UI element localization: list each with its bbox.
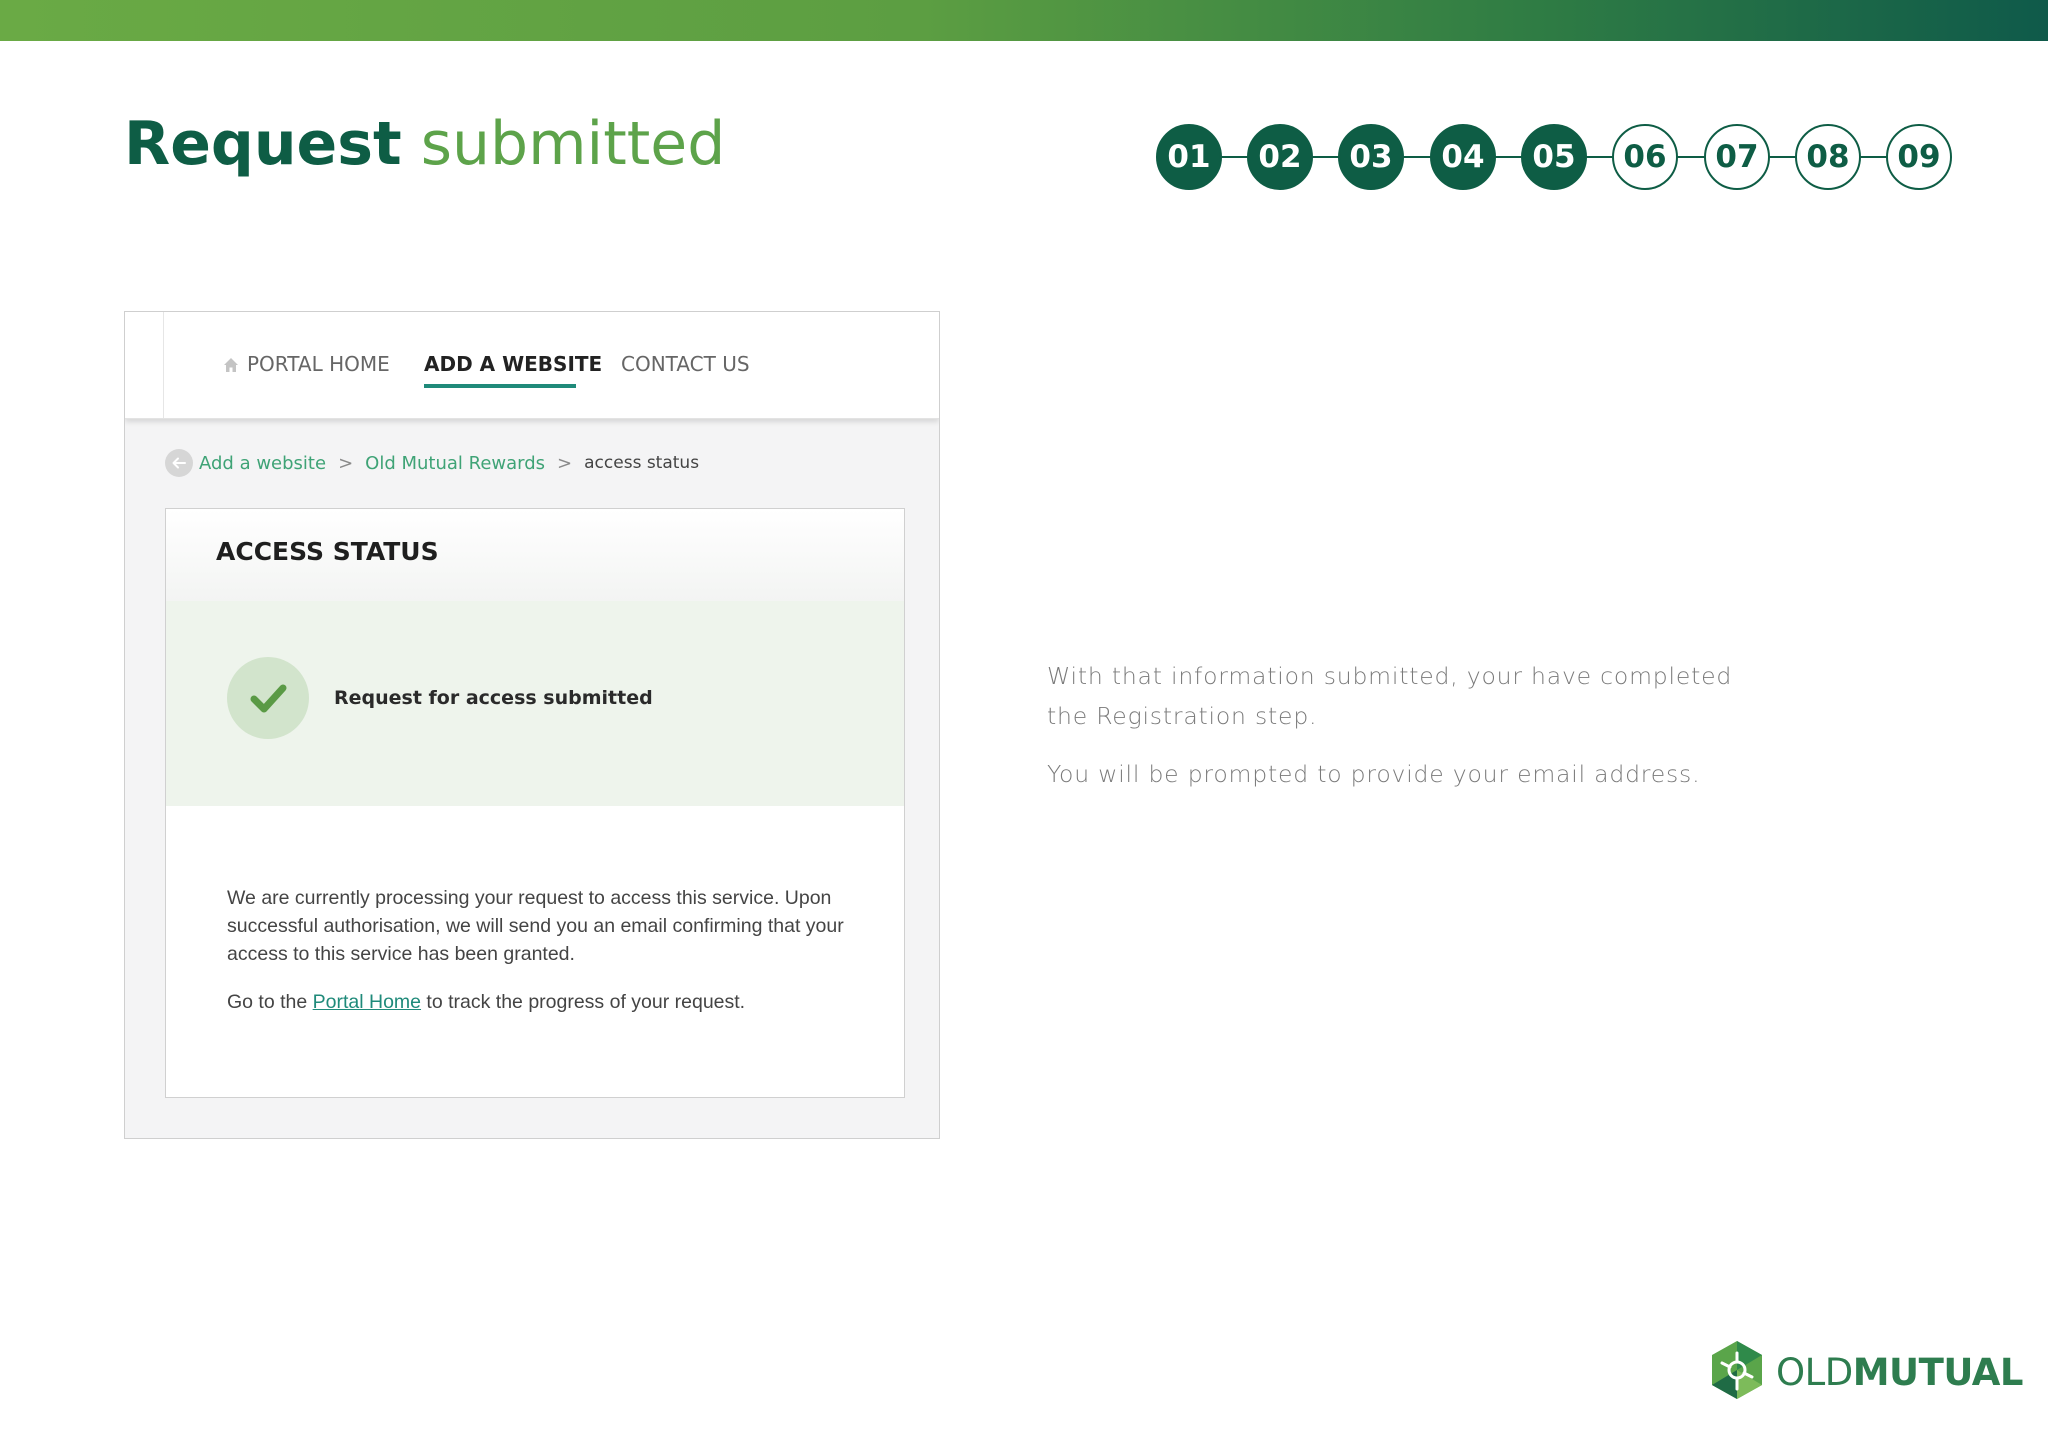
logo-word-mutual: MUTUAL	[1852, 1350, 2024, 1394]
step-progress: 01 02 03 04 05 06 07 08 09	[1156, 124, 1952, 190]
access-status-card: ACCESS STATUS Request for access submitt…	[165, 508, 905, 1098]
checkmark-icon	[227, 657, 309, 739]
step-05: 05	[1521, 124, 1587, 190]
portal-home-paragraph: Go to the Portal Home to track the progr…	[227, 988, 867, 1016]
logo-word-old: OLD	[1776, 1350, 1853, 1394]
breadcrumb-add-website[interactable]: Add a website	[199, 453, 326, 474]
processing-paragraph: We are currently processing your request…	[227, 887, 844, 965]
breadcrumb-current: access status	[584, 453, 700, 473]
step-01: 01	[1156, 124, 1222, 190]
step-02: 02	[1247, 124, 1313, 190]
para2-suffix: to track the progress of your request.	[421, 991, 746, 1013]
step-description: With that information submitted, your ha…	[1047, 656, 1747, 812]
nav-divider	[163, 312, 164, 418]
nav-portal-home[interactable]: PORTAL HOME	[223, 352, 390, 378]
breadcrumb-old-mutual-rewards[interactable]: Old Mutual Rewards	[365, 453, 545, 474]
nav-contact-us[interactable]: CONTACT US	[621, 352, 750, 376]
step-04: 04	[1430, 124, 1496, 190]
old-mutual-emblem-icon	[1708, 1339, 1766, 1405]
description-line-1: With that information submitted, your ha…	[1047, 662, 1733, 730]
step-03: 03	[1338, 124, 1404, 190]
description-line-2: You will be prompted to provide your ema…	[1047, 760, 1701, 788]
nav-portal-home-label: PORTAL HOME	[247, 352, 390, 376]
logo-wordmark: OLDMUTUAL	[1776, 1351, 2023, 1394]
page-title: Request submitted	[124, 108, 725, 180]
nav-add-website[interactable]: ADD A WEBSITE	[424, 352, 602, 376]
step-06: 06	[1612, 124, 1678, 190]
card-body: We are currently processing your request…	[227, 884, 867, 1036]
top-gradient-bar	[0, 0, 2048, 41]
step-08: 08	[1795, 124, 1861, 190]
breadcrumb: Add a website > Old Mutual Rewards > acc…	[165, 448, 699, 478]
breadcrumb-separator: >	[338, 452, 354, 474]
portal-nav-bar: PORTAL HOME ADD A WEBSITE CONTACT US	[125, 312, 939, 419]
card-title: ACCESS STATUS	[216, 537, 439, 566]
para2-prefix: Go to the	[227, 991, 313, 1013]
status-message: Request for access submitted	[334, 687, 653, 709]
house-icon	[223, 354, 239, 378]
page-title-bold: Request	[124, 109, 402, 179]
portal-home-link[interactable]: Portal Home	[313, 991, 421, 1013]
card-header: ACCESS STATUS	[166, 509, 904, 601]
step-07: 07	[1704, 124, 1770, 190]
step-09: 09	[1886, 124, 1952, 190]
back-arrow-icon[interactable]	[165, 449, 193, 477]
old-mutual-logo: OLDMUTUAL	[1708, 1339, 2023, 1405]
page-title-light: submitted	[420, 109, 726, 179]
status-panel: Request for access submitted	[166, 601, 904, 806]
breadcrumb-separator: >	[557, 452, 573, 474]
nav-active-underline	[424, 384, 576, 388]
portal-screenshot: PORTAL HOME ADD A WEBSITE CONTACT US Add…	[124, 311, 940, 1139]
